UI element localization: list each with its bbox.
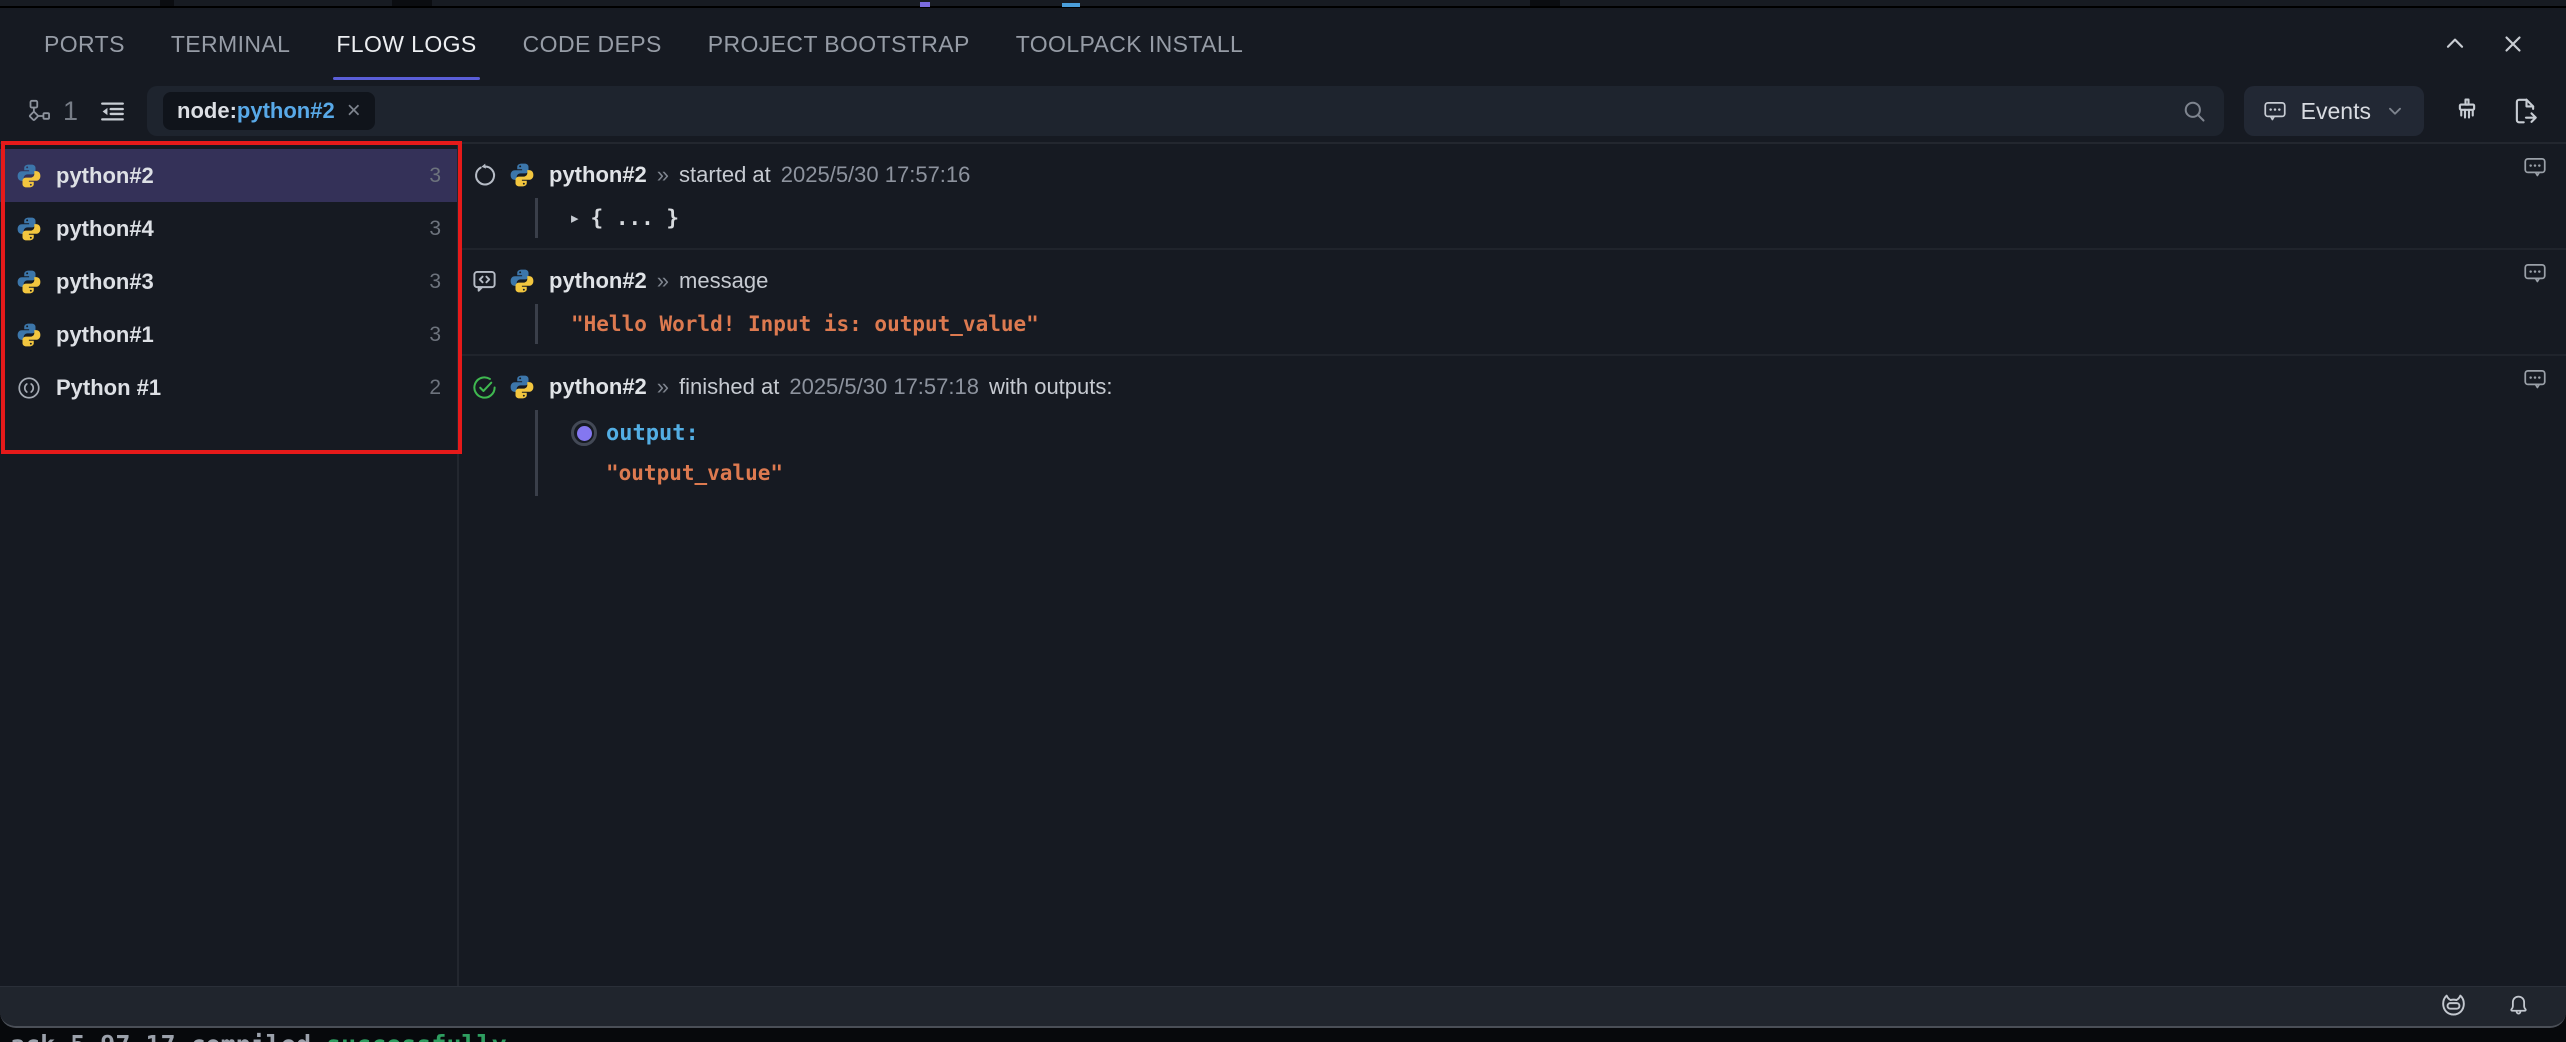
- log-node-name: python#2: [549, 374, 647, 400]
- log-entry-list: python#2 » started at 2025/5/30 17:57:16…: [459, 144, 2566, 986]
- terminal-output-clipped: ack 5.97.17 compiled successfully: [10, 1030, 507, 1042]
- expand-arrow-icon[interactable]: ▸: [571, 209, 579, 227]
- python-icon: [509, 268, 535, 294]
- chevron-up-icon[interactable]: [2442, 31, 2468, 57]
- log-entry-started[interactable]: python#2 » started at 2025/5/30 17:57:16…: [459, 144, 2566, 250]
- flow-logs-panel: PORTS TERMINAL FLOW LOGS CODE DEPS PROJE…: [0, 8, 2566, 1028]
- sliver-notch: [392, 0, 432, 6]
- node-log-count: 3: [429, 164, 441, 188]
- node-log-count: 3: [429, 217, 441, 241]
- sliver-notch: [160, 0, 174, 6]
- search-icon: [2181, 98, 2208, 125]
- filter-chip-remove-icon[interactable]: ×: [347, 97, 361, 125]
- events-label: Events: [2301, 98, 2371, 125]
- log-filter-input[interactable]: node:python#2 ×: [147, 86, 2224, 136]
- flow-logs-content: python#2 3 python#4 3 python#3 3: [0, 144, 2566, 986]
- log-separator: »: [657, 162, 669, 188]
- node-list-item-python3[interactable]: python#3 3: [0, 255, 457, 308]
- notifications-bell-icon[interactable]: [2505, 993, 2532, 1020]
- tab-flow-logs[interactable]: FLOW LOGS: [336, 8, 476, 80]
- log-entry-message[interactable]: python#2 » message "Hello World! Input i…: [459, 250, 2566, 356]
- output-value: "output_value": [606, 461, 783, 485]
- background-app-sliver: [0, 0, 2566, 8]
- terminal-success-text: successfully: [326, 1030, 507, 1042]
- filter-chip-value: python#2: [237, 98, 335, 124]
- comment-icon[interactable]: [2522, 260, 2548, 286]
- export-logs-icon[interactable]: [2510, 96, 2540, 126]
- filter-chip-prefix: node:: [177, 98, 237, 124]
- events-dropdown[interactable]: Events: [2244, 86, 2424, 136]
- brackets-circle-icon: [16, 375, 42, 401]
- sliver-cursor-mark: [920, 2, 930, 7]
- panel-tab-bar: PORTS TERMINAL FLOW LOGS CODE DEPS PROJE…: [0, 8, 2566, 80]
- node-label: python#4: [56, 216, 154, 242]
- python-icon: [509, 162, 535, 188]
- output-key: output:: [606, 421, 699, 446]
- python-icon: [509, 374, 535, 400]
- log-action: finished at: [679, 374, 779, 400]
- flow-logs-toolbar: 1 node:python#2 ×: [0, 80, 2566, 144]
- tab-ports[interactable]: PORTS: [44, 8, 125, 80]
- collapsed-json-preview[interactable]: { ... }: [591, 206, 680, 230]
- node-list-item-python4[interactable]: python#4 3: [0, 202, 457, 255]
- sliver-accent-mark: [1062, 3, 1080, 7]
- log-separator: »: [657, 268, 669, 294]
- node-label: python#2: [56, 163, 154, 189]
- python-icon: [16, 163, 42, 189]
- events-bubble-icon: [2262, 98, 2288, 124]
- node-label: python#1: [56, 322, 154, 348]
- node-label: python#3: [56, 269, 154, 295]
- log-timestamp: 2025/5/30 17:57:16: [781, 162, 971, 188]
- log-entry-finished[interactable]: python#2 » finished at 2025/5/30 17:57:1…: [459, 356, 2566, 506]
- tab-terminal[interactable]: TERMINAL: [171, 8, 291, 80]
- workflow-icon: [26, 98, 53, 125]
- clear-logs-broom-icon[interactable]: [2452, 96, 2482, 126]
- terminal-text: ack 5.97.17 compiled: [10, 1030, 326, 1042]
- node-list-item-python-1-legacy[interactable]: Python #1 2: [0, 361, 457, 414]
- filter-chip-node[interactable]: node:python#2 ×: [163, 92, 375, 130]
- tab-code-deps[interactable]: CODE DEPS: [523, 8, 662, 80]
- node-list-item-python2[interactable]: python#2 3: [0, 149, 457, 202]
- log-node-name: python#2: [549, 268, 647, 294]
- flow-count: 1: [26, 96, 78, 127]
- output-port-icon: [571, 420, 597, 446]
- message-string-value: "Hello World! Input is: output_value": [571, 312, 1039, 336]
- log-timestamp: 2025/5/30 17:57:18: [789, 374, 979, 400]
- outdent-icon[interactable]: [98, 97, 127, 126]
- log-action: started at: [679, 162, 771, 188]
- python-icon: [16, 322, 42, 348]
- log-action: message: [679, 268, 768, 294]
- comment-icon[interactable]: [2522, 154, 2548, 180]
- sliver-notch: [1530, 0, 1560, 6]
- tab-project-bootstrap[interactable]: PROJECT BOOTSTRAP: [708, 8, 970, 80]
- close-icon[interactable]: [2500, 31, 2526, 57]
- comment-icon[interactable]: [2522, 366, 2548, 392]
- python-icon: [16, 216, 42, 242]
- success-check-icon: [459, 374, 509, 401]
- python-icon: [16, 269, 42, 295]
- flow-count-number: 1: [63, 96, 78, 127]
- running-spinner-icon: [459, 162, 509, 189]
- log-action-suffix: with outputs:: [989, 374, 1113, 400]
- message-bubble-code-icon: [459, 268, 509, 295]
- node-log-count: 3: [429, 270, 441, 294]
- chevron-down-icon: [2384, 100, 2406, 122]
- node-label: Python #1: [56, 375, 161, 401]
- node-list-item-python1[interactable]: python#1 3: [0, 308, 457, 361]
- panel-status-bar: [0, 986, 2566, 1026]
- tab-toolpack-install[interactable]: TOOLPACK INSTALL: [1016, 8, 1244, 80]
- collapsed-json-toggle[interactable]: ▸ { ... }: [571, 198, 2566, 238]
- mascot-assistant-icon[interactable]: [2438, 991, 2469, 1022]
- node-log-count: 2: [429, 376, 441, 400]
- node-list-sidebar: python#2 3 python#4 3 python#3 3: [0, 144, 459, 986]
- log-node-name: python#2: [549, 162, 647, 188]
- log-separator: »: [657, 374, 669, 400]
- node-log-count: 3: [429, 323, 441, 347]
